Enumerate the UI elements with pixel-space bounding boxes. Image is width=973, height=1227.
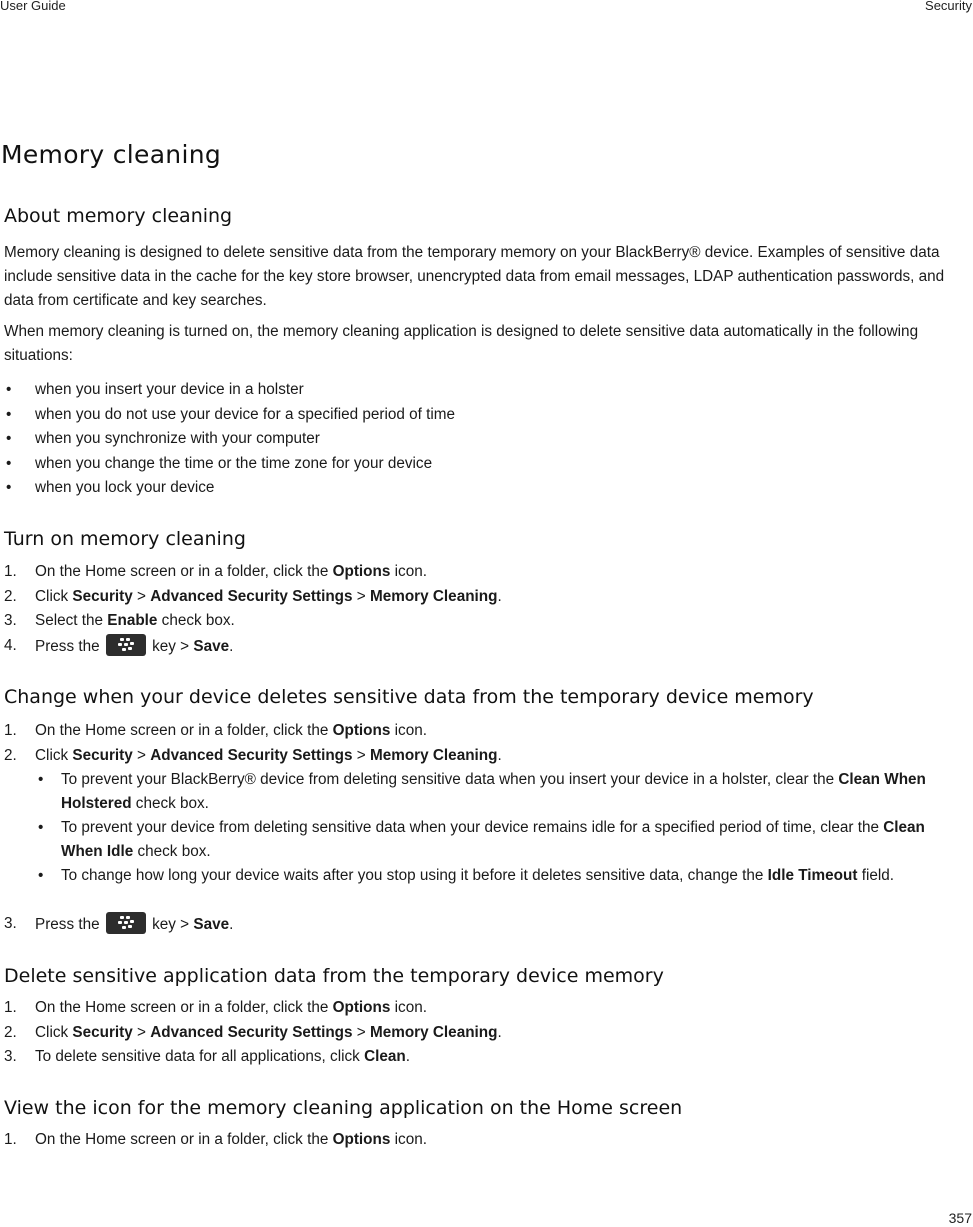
blackberry-menu-key-icon [105, 633, 146, 656]
running-header-section: Security [925, 0, 972, 13]
heading-view-icon: View the icon for the memory cleaning ap… [4, 1097, 683, 1119]
page-title: Memory cleaning [1, 140, 222, 169]
list-item: • when you insert your device in a holste… [0, 378, 304, 403]
about-paragraph-1: Memory cleaning is designed to delete se… [4, 244, 945, 309]
bullet-icon: • [6, 381, 12, 398]
heading-delete-sensitive-data: Delete sensitive application data from t… [4, 965, 664, 987]
bullet-icon: • [38, 819, 44, 836]
list-item: • To prevent your BlackBerry® device from… [0, 768, 960, 816]
situations-list: • when you insert your device in a holste… [0, 378, 455, 501]
bullet-icon: • [38, 867, 44, 884]
bullet-icon: • [6, 405, 12, 423]
blackberry-menu-key-icon [105, 912, 146, 934]
bullet-icon: • [38, 771, 44, 788]
about-paragraph-2: When memory cleaning is turned on, the m… [4, 323, 919, 364]
list-item: • when you change the time or the time zo… [0, 452, 432, 477]
bullet-icon: • [6, 454, 12, 472]
running-header-doc-title: User Guide [0, 0, 66, 13]
heading-about-memory-cleaning: About memory cleaning [4, 205, 233, 227]
change-when-options-list: • To prevent your BlackBerry® device from… [0, 768, 960, 888]
list-item: • when you do not use your device for a s… [0, 403, 455, 428]
options-label: Options [332, 563, 391, 580]
list-item: • when you synchronize with your computer [0, 427, 320, 452]
heading-turn-on-memory-cleaning: Turn on memory cleaning [4, 528, 246, 550]
page-number: 357 [948, 1210, 972, 1226]
list-item: • To prevent your device from deleting se… [0, 816, 960, 864]
heading-change-when-deletes: Change when your device deletes sensitiv… [4, 686, 814, 708]
list-item: • To change how long your device waits af… [0, 864, 960, 888]
list-item: • when you lock your device [0, 476, 214, 501]
bullet-icon: • [6, 430, 12, 447]
bullet-icon: • [6, 479, 12, 496]
